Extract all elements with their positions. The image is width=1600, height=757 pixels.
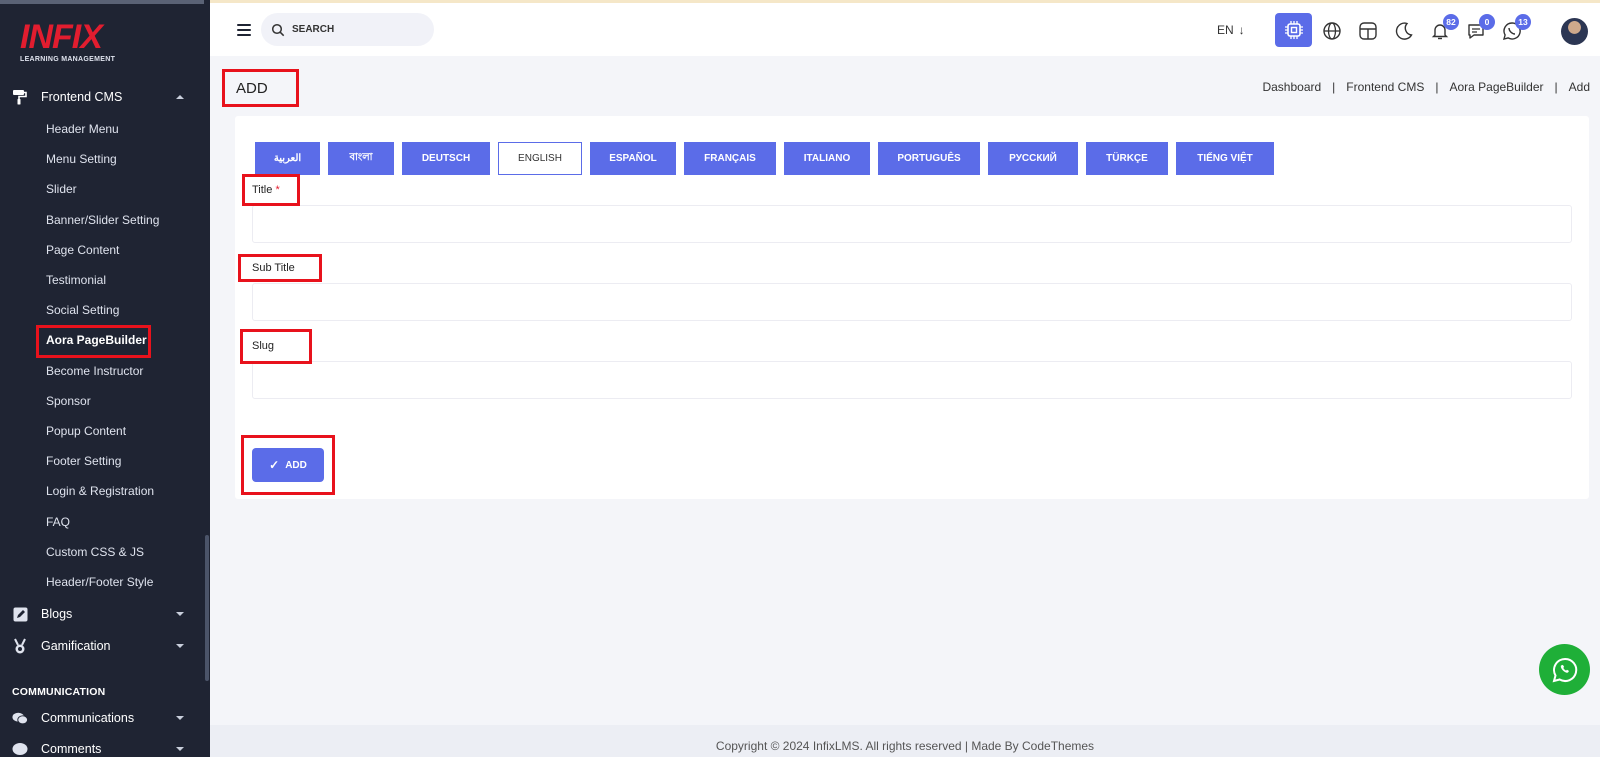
logo-text: INFIX bbox=[20, 18, 103, 56]
breadcrumb-aora-pagebuilder[interactable]: Aora PageBuilder bbox=[1449, 80, 1543, 94]
search-icon bbox=[271, 23, 285, 36]
sidebar-group-gamification[interactable]: Gamification bbox=[0, 630, 204, 662]
chevron-down-icon bbox=[176, 612, 184, 616]
globe-icon[interactable] bbox=[1321, 20, 1343, 42]
arrow-down-icon: ↓ bbox=[1238, 23, 1245, 37]
bell-icon[interactable]: 82 bbox=[1429, 14, 1459, 42]
whatsapp-icon bbox=[1552, 657, 1577, 682]
tab-language-4[interactable]: ESPAÑOL bbox=[590, 142, 676, 175]
sidebar-top-line bbox=[0, 0, 210, 4]
whatsapp-small-icon[interactable]: 13 bbox=[1501, 14, 1531, 42]
tab-language-5[interactable]: FRANÇAIS bbox=[684, 142, 776, 175]
breadcrumb-separator: | bbox=[1332, 80, 1336, 94]
sidebar-item-header-footer-style[interactable]: Header/Footer Style bbox=[46, 573, 153, 591]
sidebar-item-header-menu[interactable]: Header Menu bbox=[46, 120, 119, 138]
layout-icon[interactable] bbox=[1357, 20, 1379, 42]
sidebar-group-frontend-cms[interactable]: Frontend CMS bbox=[0, 81, 204, 113]
footer-copyright: Copyright © 2024 InfixLMS. All rights re… bbox=[715, 739, 1095, 753]
medal-icon bbox=[12, 638, 28, 654]
sidebar-item-social-setting[interactable]: Social Setting bbox=[46, 301, 119, 319]
search-box[interactable] bbox=[261, 13, 434, 46]
breadcrumb-separator: | bbox=[1435, 80, 1439, 94]
moon-icon[interactable] bbox=[1393, 20, 1415, 42]
sidebar-scrollbar[interactable] bbox=[204, 0, 210, 757]
tab-language-2[interactable]: DEUTSCH bbox=[402, 142, 490, 175]
search-input[interactable] bbox=[292, 24, 422, 35]
breadcrumb-dashboard[interactable]: Dashboard bbox=[1262, 80, 1321, 94]
sidebar-scroll-thumb[interactable] bbox=[205, 535, 209, 681]
paint-roller-icon bbox=[12, 89, 28, 105]
sidebar-item-login-registration[interactable]: Login & Registration bbox=[46, 482, 154, 500]
sidebar-item-page-content[interactable]: Page Content bbox=[46, 241, 119, 259]
language-tabs: العربية বাংলা DEUTSCH ENGLISH ESPAÑOL FRANÇAI… bbox=[255, 142, 1282, 175]
cpu-button[interactable] bbox=[1275, 13, 1312, 47]
sidebar-group-label: Gamification bbox=[41, 639, 111, 653]
chat-bubbles-icon bbox=[12, 710, 28, 726]
sidebar: INFIX LEARNING MANAGEMENT Frontend CMS H… bbox=[0, 0, 210, 757]
highlight-subtitle-label bbox=[238, 254, 322, 282]
comment-icon bbox=[12, 741, 28, 757]
tab-language-8[interactable]: РУССКИЙ bbox=[988, 142, 1078, 175]
language-selector[interactable]: EN ↓ bbox=[1217, 23, 1245, 37]
whatsapp-badge: 13 bbox=[1515, 14, 1531, 30]
cpu-icon bbox=[1284, 21, 1303, 39]
avatar[interactable] bbox=[1561, 18, 1588, 45]
title-input[interactable] bbox=[252, 205, 1572, 243]
chevron-down-icon bbox=[176, 644, 184, 648]
sidebar-group-label: Communications bbox=[41, 711, 135, 725]
sidebar-item-footer-setting[interactable]: Footer Setting bbox=[46, 452, 121, 470]
messages-badge: 0 bbox=[1479, 14, 1495, 30]
tab-language-3[interactable]: ENGLISH bbox=[498, 142, 582, 175]
sidebar-group-label: Blogs bbox=[41, 607, 73, 621]
subtitle-input[interactable] bbox=[252, 283, 1572, 321]
logo-tagline: LEARNING MANAGEMENT bbox=[20, 56, 116, 63]
slug-input[interactable] bbox=[252, 361, 1572, 399]
sidebar-item-menu-setting[interactable]: Menu Setting bbox=[46, 150, 117, 168]
logo[interactable]: INFIX LEARNING MANAGEMENT bbox=[20, 20, 115, 63]
sidebar-item-custom-css-js[interactable]: Custom CSS & JS bbox=[46, 543, 144, 561]
top-bar: EN ↓ 82 0 13 bbox=[210, 0, 1600, 56]
sidebar-item-slider[interactable]: Slider bbox=[46, 180, 77, 198]
sidebar-item-sponsor[interactable]: Sponsor bbox=[46, 392, 91, 410]
sidebar-group-label: Frontend CMS bbox=[41, 90, 123, 104]
tab-language-1[interactable]: বাংলা bbox=[328, 142, 394, 175]
tab-language-9[interactable]: TÜRKÇE bbox=[1086, 142, 1168, 175]
sidebar-group-blogs[interactable]: Blogs bbox=[0, 598, 204, 630]
language-code: EN bbox=[1217, 23, 1234, 37]
menu-toggle-icon[interactable] bbox=[237, 24, 251, 36]
highlight-sidebar-active bbox=[36, 325, 151, 358]
breadcrumb-add: Add bbox=[1568, 80, 1590, 94]
tab-language-6[interactable]: ITALIANO bbox=[784, 142, 870, 175]
sidebar-group-communications[interactable]: Communications bbox=[0, 702, 204, 734]
highlight-page-title bbox=[222, 69, 299, 107]
footer: Copyright © 2024 InfixLMS. All rights re… bbox=[210, 725, 1600, 757]
notifications-badge: 82 bbox=[1443, 14, 1459, 30]
whatsapp-chat-button[interactable] bbox=[1539, 644, 1590, 695]
chevron-up-icon bbox=[176, 95, 184, 99]
chevron-down-icon bbox=[176, 716, 184, 720]
sidebar-section-communication: COMMUNICATION bbox=[12, 686, 106, 698]
tab-language-0[interactable]: العربية bbox=[255, 142, 320, 175]
sidebar-item-become-instructor[interactable]: Become Instructor bbox=[46, 362, 143, 380]
breadcrumb-frontend-cms[interactable]: Frontend CMS bbox=[1346, 80, 1424, 94]
sidebar-item-popup-content[interactable]: Popup Content bbox=[46, 422, 126, 440]
breadcrumb: Dashboard | Frontend CMS | Aora PageBuil… bbox=[1262, 80, 1590, 94]
sidebar-item-faq[interactable]: FAQ bbox=[46, 513, 70, 531]
sidebar-group-comments[interactable]: Comments bbox=[0, 733, 204, 757]
highlight-title-label bbox=[242, 174, 300, 206]
sidebar-item-testimonial[interactable]: Testimonial bbox=[46, 271, 106, 289]
sidebar-item-banner-slider-setting[interactable]: Banner/Slider Setting bbox=[46, 211, 159, 229]
tab-language-7[interactable]: PORTUGUÊS bbox=[878, 142, 980, 175]
tab-language-10[interactable]: TIẾNG VIỆT bbox=[1176, 142, 1274, 175]
breadcrumb-separator: | bbox=[1554, 80, 1558, 94]
highlight-add-button bbox=[241, 435, 335, 495]
edit-icon bbox=[12, 606, 28, 622]
sidebar-group-label: Comments bbox=[41, 742, 102, 756]
chevron-down-icon bbox=[176, 747, 184, 751]
message-icon[interactable]: 0 bbox=[1465, 14, 1495, 42]
highlight-slug-label bbox=[240, 329, 312, 364]
